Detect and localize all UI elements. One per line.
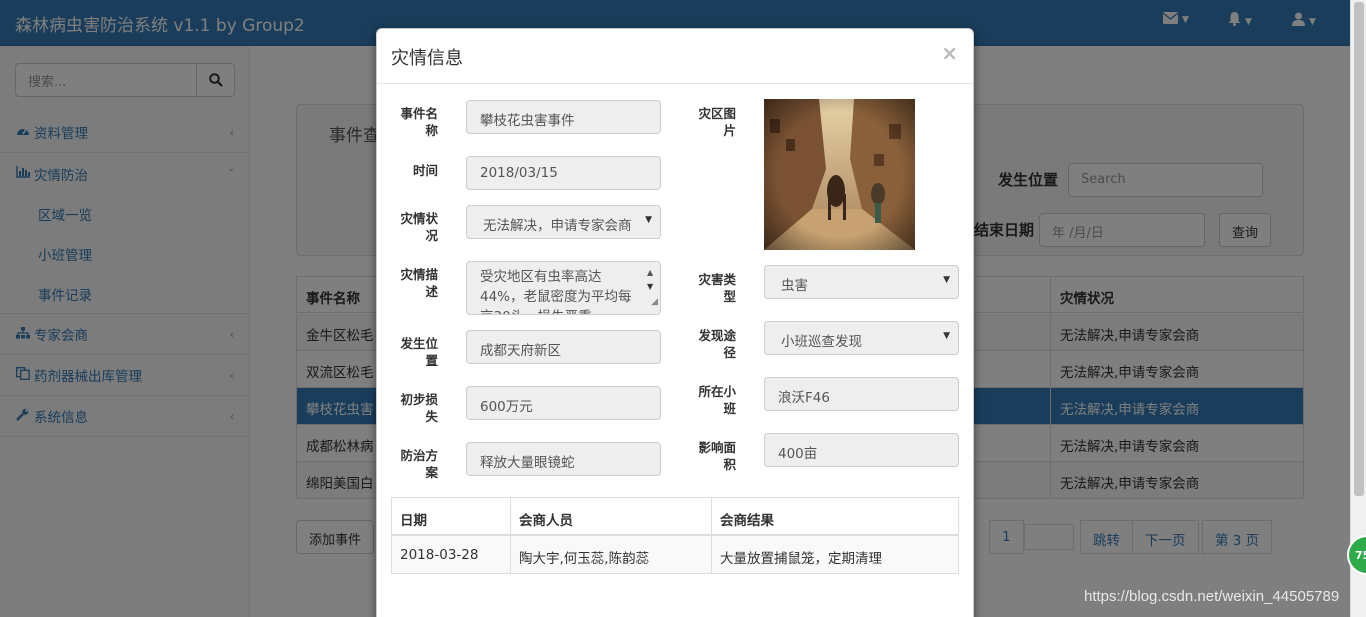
disaster-info-modal: 灾情信息 × 事件名称 攀枝花虫害事件 时间 2018/03/15 灾情状况 无… <box>376 28 974 617</box>
class-field[interactable]: 浪沃F46 <box>764 377 959 411</box>
location-field[interactable]: 成都天府新区 <box>466 330 661 364</box>
disaster-area-photo[interactable] <box>764 99 915 250</box>
loss-field[interactable]: 600万元 <box>466 386 661 420</box>
loss-label: 初步损失 <box>400 392 438 424</box>
disaster-type-select[interactable]: 虫害 ▼ <box>764 265 959 299</box>
discovery-value: 小班巡查发现 <box>781 334 862 350</box>
area-field[interactable]: 400亩 <box>764 433 959 467</box>
column-header-date: 日期 <box>400 513 427 529</box>
disaster-type-value: 虫害 <box>781 278 808 294</box>
discovery-label: 发现途径 <box>698 328 736 360</box>
class-label: 所在小班 <box>698 384 736 416</box>
location-label: 发生位置 <box>400 336 438 368</box>
modal-header: 灾情信息 × <box>377 29 973 84</box>
caret-down-icon: ▼ <box>645 215 652 225</box>
description-label: 灾情描述 <box>400 267 438 299</box>
area-label: 影响面积 <box>698 440 736 472</box>
consultation-table-header: 日期 会商人员 会商结果 <box>392 498 958 536</box>
resize-grip-icon[interactable]: ◢ <box>651 292 658 312</box>
table-row[interactable]: 2018-03-28 陶大宇,何玉蕊,陈韵蕊 大量放置捕鼠笼，定期清理 <box>392 536 958 573</box>
caret-down-icon: ▼ <box>943 275 950 285</box>
cell-date: 2018-03-28 <box>400 547 479 563</box>
scrollbar-thumb[interactable] <box>1354 2 1364 496</box>
description-text: 受灾地区有虫率高达44%，老鼠密度为平均每亩30头，损失严重 <box>480 269 632 314</box>
status-select-value: 无法解决，申请专家会商 <box>483 218 632 234</box>
status-label: 灾情状况 <box>400 211 438 243</box>
photo-label: 灾区图片 <box>698 106 736 138</box>
plan-field[interactable]: 释放大量眼镜蛇 <box>466 442 661 476</box>
disaster-type-label: 灾害类型 <box>698 272 736 304</box>
caret-down-icon: ▼ <box>943 331 950 341</box>
event-name-label: 事件名称 <box>400 106 438 138</box>
column-header-result: 会商结果 <box>711 498 959 534</box>
watermark-text: https://blog.csdn.net/weixin_44505789 <box>1084 588 1340 605</box>
event-name-field[interactable]: 攀枝花虫害事件 <box>466 100 661 134</box>
time-field[interactable]: 2018/03/15 <box>466 156 661 190</box>
description-textarea[interactable]: 受灾地区有虫率高达44%，老鼠密度为平均每亩30头，损失严重 ▲ ▼ ◢ <box>466 261 661 315</box>
close-button[interactable]: × <box>941 41 958 65</box>
cell-participants: 陶大宇,何玉蕊,陈韵蕊 <box>510 536 711 573</box>
modal-title: 灾情信息 <box>391 48 463 69</box>
cell-result: 大量放置捕鼠笼，定期清理 <box>711 536 959 573</box>
consultation-table: 日期 会商人员 会商结果 2018-03-28 陶大宇,何玉蕊,陈韵蕊 大量放置… <box>391 497 959 574</box>
textarea-scrollbar[interactable]: ▲ ▼ ◢ <box>644 263 659 313</box>
discovery-select[interactable]: 小班巡查发现 ▼ <box>764 321 959 355</box>
status-select[interactable]: 无法解决，申请专家会商 ▼ <box>466 205 661 239</box>
column-header-participants: 会商人员 <box>510 498 711 534</box>
time-label: 时间 <box>412 163 438 178</box>
plan-label: 防治方案 <box>400 448 438 480</box>
page-scrollbar[interactable] <box>1350 0 1366 617</box>
